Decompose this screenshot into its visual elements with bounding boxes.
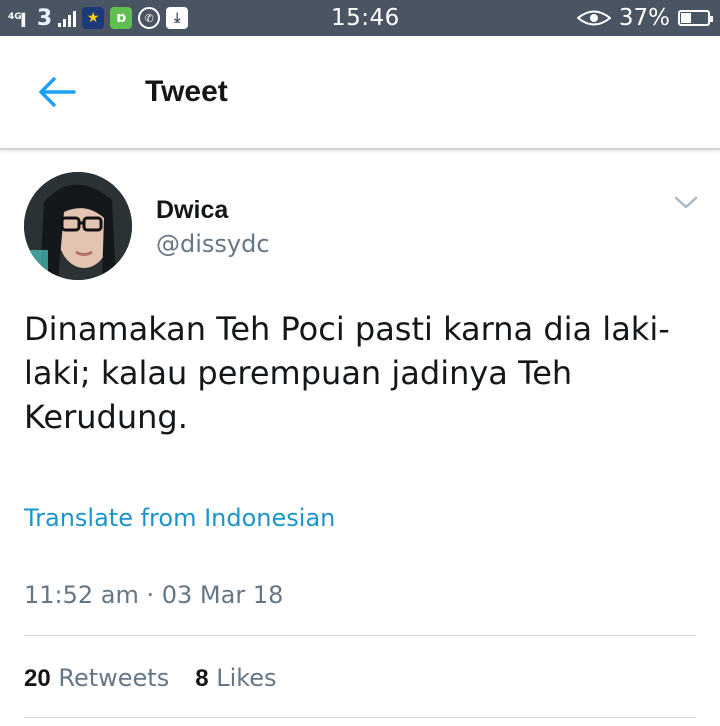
tweet-stats: 20 Retweets 8 Likes [24, 661, 277, 696]
retweets-count: 20 [24, 665, 51, 692]
likes-count: 8 [195, 665, 209, 692]
retweets-stat[interactable]: 20 Retweets [24, 661, 169, 696]
divider [24, 635, 696, 636]
author-name[interactable]: Dwica [156, 195, 228, 225]
avatar[interactable] [24, 172, 132, 280]
chat-app-icon: ɒ [110, 7, 133, 29]
tweet-timestamp: 11:52 am · 03 Mar 18 [24, 581, 284, 609]
translate-link[interactable]: Translate from Indonesian [24, 501, 335, 535]
battery-percent: 37% [618, 5, 670, 31]
divider [24, 717, 696, 718]
status-bar-right: 37% [576, 4, 713, 32]
star-app-icon: ★ [82, 7, 105, 29]
clock: 15:46 [331, 5, 400, 31]
likes-label: Likes [216, 664, 277, 692]
battery-fill [681, 13, 691, 23]
page-title: Tweet [145, 75, 228, 108]
arrow-left-icon[interactable] [36, 74, 76, 110]
author-handle[interactable]: @dissydc [156, 229, 270, 259]
chevron-down-icon[interactable] [673, 192, 699, 212]
network-indicator: 4G▍ [8, 11, 31, 27]
stat-spacer [175, 661, 189, 696]
tweet-text: Dinamakan Teh Poci pasti karna dia laki-… [24, 310, 670, 436]
carrier-3-icon: 3 [36, 5, 53, 31]
whatsapp-icon: ✆ [138, 7, 161, 29]
status-bar-left: 4G▍ 3 ★ ɒ ✆ ⤓ [8, 4, 189, 32]
download-icon: ⤓ [166, 7, 189, 29]
app-header: Tweet [0, 36, 720, 150]
retweets-label: Retweets [58, 664, 170, 692]
eye-icon [576, 10, 611, 26]
likes-stat[interactable]: 8 Likes [195, 661, 276, 696]
signal-bars-icon [58, 9, 77, 27]
status-bar: 4G▍ 3 ★ ɒ ✆ ⤓ 15:46 37% [0, 0, 720, 36]
battery-icon [678, 10, 713, 26]
